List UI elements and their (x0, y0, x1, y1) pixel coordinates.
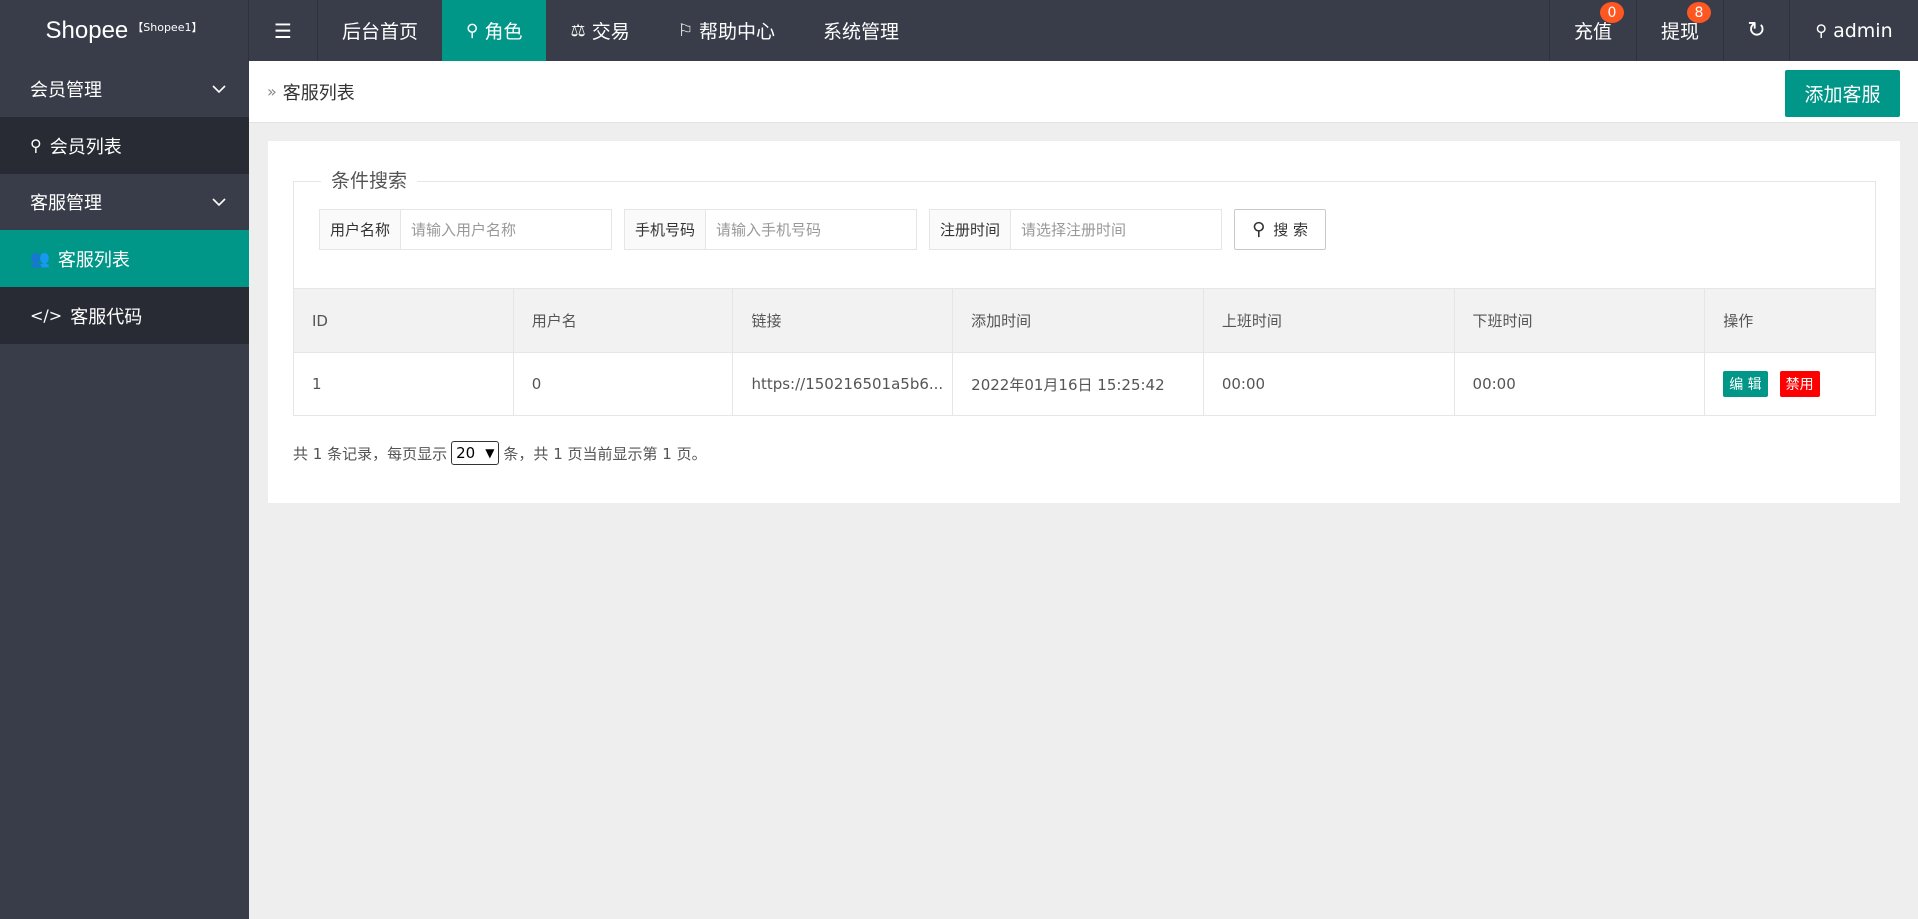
add-service-button[interactable]: 添加客服 (1785, 70, 1900, 117)
cell-link: https://150216501a5b6... (733, 353, 954, 415)
pager-prefix: 共 1 条记录，每页显示 (293, 444, 448, 463)
phone-label: 手机号码 (625, 210, 707, 249)
breadcrumb: » 客服列表 (267, 79, 355, 105)
breadcrumb-current: 客服列表 (282, 82, 355, 104)
username-label: 用户名称 (320, 210, 402, 249)
recharge-badge: 0 (1600, 2, 1624, 23)
nav-home-label: 后台首页 (342, 21, 419, 43)
nav-trade-label: 交易 (591, 21, 630, 43)
cell-end: 00:00 (1455, 353, 1706, 415)
link-text: https://150216501a5b6... (751, 375, 944, 393)
sidebar-group-label: 会员管理 (30, 80, 102, 101)
admin-menu[interactable]: ⚲ admin (1789, 0, 1918, 61)
service-table: ID 用户名 链接 添加时间 上班时间 下班时间 操作 1 0 https://… (293, 288, 1876, 416)
sidebar-item-service-code[interactable]: </> 客服代码 (0, 287, 249, 344)
sidebar-group-service[interactable]: 客服管理 (0, 174, 249, 230)
sidebar-item-label: 会员列表 (49, 136, 122, 158)
menu-toggle-icon[interactable]: ☰ (249, 0, 318, 61)
header-right: 充值 0 提现 8 ↻ ⚲ admin (1549, 0, 1918, 61)
logo-name: Shopee (45, 16, 129, 44)
top-nav: 后台首页 ⚲ 角色 ⚖ 交易 ⚐ 帮助中心 系统管理 (318, 0, 923, 61)
cell-id: 1 (294, 353, 514, 415)
sidebar-item-member-list[interactable]: ⚲ 会员列表 (0, 117, 249, 174)
nav-help-label: 帮助中心 (699, 21, 776, 43)
sidebar-group-label: 客服管理 (30, 193, 102, 214)
cell-start: 00:00 (1204, 353, 1455, 415)
user-icon: ⚲ (1815, 21, 1828, 40)
chevron-down-icon (212, 198, 226, 207)
breadcrumb-bar: » 客服列表 添加客服 (249, 61, 1918, 123)
main-card: 条件搜索 用户名称 请输入用户名称 手机号码 请输入手机号码 注册时间 请选择注… (268, 141, 1900, 503)
chevron-down-icon (212, 85, 226, 94)
pager-suffix: 条，共 1 页当前显示第 1 页。 (503, 444, 707, 463)
double-chevron-right-icon: » (267, 82, 277, 101)
th-end: 下班时间 (1455, 289, 1706, 352)
search-legend: 条件搜索 (321, 166, 418, 193)
users-icon: 👥 (30, 249, 50, 268)
search-icon: ⚲ (1252, 219, 1266, 240)
phone-input[interactable]: 请输入手机号码 (706, 210, 916, 249)
page-size-value: 20 (456, 444, 476, 462)
recharge-button[interactable]: 充值 0 (1549, 0, 1636, 61)
th-actions: 操作 (1723, 312, 1754, 330)
pagination: 共 1 条记录，每页显示 20 ▼ 条，共 1 页当前显示第 1 页。 (293, 441, 707, 465)
th-added: 添加时间 (953, 289, 1204, 352)
chevron-down-icon: ▼ (485, 446, 495, 460)
search-button-label: 搜 索 (1273, 221, 1309, 239)
username-input[interactable]: 请输入用户名称 (401, 210, 611, 249)
withdraw-badge: 8 (1687, 2, 1711, 23)
refresh-icon[interactable]: ↻ (1723, 0, 1789, 61)
withdraw-button[interactable]: 提现 8 (1636, 0, 1723, 61)
admin-label: admin (1833, 19, 1893, 42)
page-size-select[interactable]: 20 ▼ (451, 441, 500, 465)
table-row: 1 0 https://150216501a5b6... 2022年01月16日… (294, 352, 1875, 415)
search-row: 用户名称 请输入用户名称 手机号码 请输入手机号码 注册时间 请选择注册时间 ⚲… (319, 209, 1327, 250)
th-start: 上班时间 (1204, 289, 1455, 352)
th-id: ID (294, 289, 514, 352)
sidebar-item-service-list[interactable]: 👥 客服列表 (0, 230, 249, 287)
sidebar-item-label: 客服代码 (70, 306, 143, 328)
phone-field: 手机号码 请输入手机号码 (624, 209, 918, 250)
user-icon: ⚲ (30, 136, 42, 155)
nav-help[interactable]: ⚐ 帮助中心 (654, 0, 799, 61)
nav-role[interactable]: ⚲ 角色 (442, 0, 547, 61)
nav-home[interactable]: 后台首页 (318, 0, 442, 61)
logo-sub: 【Shopee1】 (132, 20, 203, 34)
logo[interactable]: Shopee 【Shopee1】 (0, 0, 249, 61)
username-field: 用户名称 请输入用户名称 (319, 209, 613, 250)
nav-trade[interactable]: ⚖ 交易 (546, 0, 653, 61)
top-header: Shopee 【Shopee1】 ☰ 后台首页 ⚲ 角色 ⚖ 交易 ⚐ 帮助中心 系统… (0, 0, 1918, 61)
edit-button[interactable]: 编 辑 (1723, 371, 1768, 397)
sidebar: 会员管理 ⚲ 会员列表 客服管理 👥 客服列表 </> 客服代码 (0, 61, 249, 919)
cell-added: 2022年01月16日 15:25:42 (953, 353, 1204, 415)
register-time-label: 注册时间 (930, 210, 1012, 249)
search-button[interactable]: ⚲ 搜 索 (1234, 209, 1327, 250)
table-header: ID 用户名 链接 添加时间 上班时间 下班时间 操作 (294, 289, 1875, 352)
sidebar-item-label: 客服列表 (57, 249, 130, 271)
register-time-field: 注册时间 请选择注册时间 (929, 209, 1223, 250)
th-link: 链接 (733, 289, 954, 352)
th-username: 用户名 (514, 289, 734, 352)
code-icon: </> (30, 306, 63, 325)
nav-role-label: 角色 (484, 21, 523, 43)
register-time-input[interactable]: 请选择注册时间 (1011, 210, 1221, 249)
scale-icon: ⚖ (570, 20, 586, 41)
flag-icon: ⚐ (677, 20, 693, 41)
user-icon: ⚲ (466, 20, 479, 41)
nav-system-label: 系统管理 (823, 21, 900, 43)
sidebar-group-members[interactable]: 会员管理 (0, 61, 249, 117)
disable-button[interactable]: 禁用 (1779, 371, 1820, 397)
nav-system[interactable]: 系统管理 (799, 0, 923, 61)
cell-actions: 编 辑 禁用 (1705, 353, 1875, 415)
cell-username: 0 (514, 353, 734, 415)
